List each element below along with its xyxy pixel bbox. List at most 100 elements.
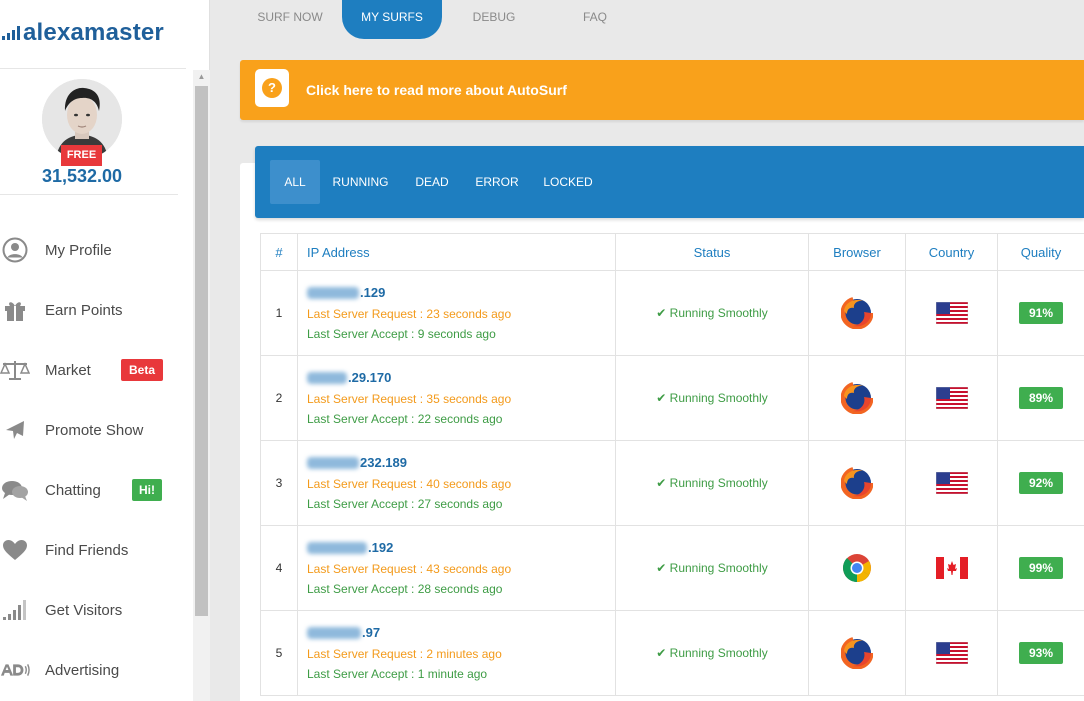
us-flag-icon (935, 387, 968, 409)
question-icon: ? (262, 78, 282, 98)
check-icon: ✔ (656, 306, 670, 320)
last-server-request: Last Server Request : 35 seconds ago (307, 392, 512, 406)
ad-icon (0, 658, 30, 682)
canada-flag-icon (935, 557, 968, 579)
last-server-accept: Last Server Accept : 22 seconds ago (307, 412, 503, 426)
sidebar-item-my-profile[interactable]: My Profile (0, 230, 190, 270)
us-flag-icon (935, 472, 968, 494)
scale-icon (0, 358, 30, 382)
redacted-ip-blur (307, 456, 359, 469)
row-number: 5 (260, 610, 298, 696)
filter-all[interactable]: ALL (270, 160, 320, 204)
ip-address[interactable]: .97 (307, 625, 615, 640)
status-text: Running Smoothly (669, 561, 768, 575)
sidebar-item-label: Earn Points (45, 301, 123, 319)
firefox-icon (841, 382, 873, 414)
logo[interactable]: alexamaster (0, 18, 164, 48)
sidebar-item-promote-show[interactable]: Promote Show (0, 410, 190, 450)
quality-cell: 89% (997, 355, 1084, 441)
quality-badge: 91% (1019, 302, 1063, 324)
user-icon (0, 237, 30, 263)
filter-error[interactable]: ERROR (469, 160, 525, 204)
sidebar-item-advertising[interactable]: Advertising (0, 650, 190, 690)
table-row[interactable]: 2 .29.170 Last Server Request : 35 seconds… (260, 355, 1084, 441)
browser-cell (808, 355, 906, 441)
sidebar-item-market[interactable]: Market Beta (0, 350, 190, 390)
sidebar-item-label: Chatting (45, 481, 101, 499)
ip-cell: .29.170 Last Server Request : 35 seconds … (297, 355, 616, 441)
quality-cell: 91% (997, 270, 1084, 356)
check-icon: ✔ (656, 476, 670, 490)
country-cell (905, 610, 998, 696)
table-row[interactable]: 1 .129 Last Server Request : 23 seconds ag… (260, 270, 1084, 356)
us-flag-icon (935, 642, 968, 664)
last-server-accept: Last Server Accept : 9 seconds ago (307, 327, 496, 341)
beta-badge: Beta (121, 359, 163, 381)
row-number: 4 (260, 525, 298, 611)
column-header-status: Status (615, 233, 809, 271)
redacted-ip-blur (307, 371, 347, 384)
surfs-table: # IP Address Status Browser Country Qual… (260, 233, 1084, 696)
logo-text: alexamaster (23, 19, 164, 46)
autosurf-info-banner[interactable]: ? Click here to read more about AutoSurf (240, 60, 1084, 120)
banner-link-text[interactable]: Click here to read more about AutoSurf (306, 60, 567, 120)
status-cell: ✔ Running Smoothly (615, 270, 809, 356)
redacted-ip-blur (307, 541, 367, 554)
last-server-accept: Last Server Accept : 27 seconds ago (307, 497, 503, 511)
filter-running[interactable]: RUNNING (327, 160, 394, 204)
sidebar-item-chatting[interactable]: Chatting Hi! (0, 470, 190, 510)
tab-faq[interactable]: FAQ (545, 0, 645, 39)
sidebar-item-label: Market (45, 361, 91, 379)
filter-dead[interactable]: DEAD (407, 160, 457, 204)
ip-cell: .97 Last Server Request : 2 minutes ago La… (297, 610, 616, 696)
ip-visible-part: .192 (368, 540, 394, 555)
quality-badge: 99% (1019, 557, 1063, 579)
row-number: 1 (260, 270, 298, 356)
sidebar: alexamaster FREE 31,532.00 ▲ My Profile … (0, 0, 210, 701)
last-server-request: Last Server Request : 40 seconds ago (307, 477, 512, 491)
gift-icon (0, 298, 30, 322)
ip-address[interactable]: .129 (307, 285, 615, 300)
tab-debug[interactable]: DEBUG (444, 0, 544, 39)
check-icon: ✔ (656, 561, 670, 575)
quality-cell: 92% (997, 440, 1084, 526)
sidebar-item-label: Get Visitors (45, 601, 123, 619)
chat-icon (0, 478, 30, 502)
row-number: 3 (260, 440, 298, 526)
table-row[interactable]: 5 .97 Last Server Request : 2 minutes ago L… (260, 610, 1084, 696)
ip-cell: .192 Last Server Request : 43 seconds ago… (297, 525, 616, 611)
status-cell: ✔ Running Smoothly (615, 355, 809, 441)
status-cell: ✔ Running Smoothly (615, 440, 809, 526)
table-row[interactable]: 4 .192 Last Server Request : 43 seconds ag… (260, 525, 1084, 611)
table-row[interactable]: 3 232.189 Last Server Request : 40 seconds… (260, 440, 1084, 526)
row-number: 2 (260, 355, 298, 441)
ip-address[interactable]: 232.189 (307, 455, 615, 470)
status-cell: ✔ Running Smoothly (615, 610, 809, 696)
account-type-badge: FREE (61, 145, 102, 166)
scrollbar-thumb[interactable] (195, 86, 208, 616)
points-balance: 31,532.00 (41, 166, 123, 186)
sidebar-item-get-visitors[interactable]: Get Visitors (0, 590, 190, 630)
tab-surf-now[interactable]: SURF NOW (240, 0, 340, 39)
browser-cell (808, 440, 906, 526)
sidebar-scrollbar[interactable]: ▲ (193, 70, 210, 701)
scroll-up-arrow-icon[interactable]: ▲ (193, 70, 210, 84)
last-server-request: Last Server Request : 2 minutes ago (307, 647, 502, 661)
ip-address[interactable]: .192 (307, 540, 615, 555)
last-server-request: Last Server Request : 23 seconds ago (307, 307, 512, 321)
sidebar-item-earn-points[interactable]: Earn Points (0, 290, 190, 330)
filter-locked[interactable]: LOCKED (539, 160, 597, 204)
status-filter-bar: ALL RUNNING DEAD ERROR LOCKED (255, 146, 1084, 218)
status-text: Running Smoothly (669, 391, 768, 405)
ip-cell: .129 Last Server Request : 23 seconds ago… (297, 270, 616, 356)
check-icon: ✔ (656, 391, 670, 405)
ip-address[interactable]: .29.170 (307, 370, 615, 385)
check-icon: ✔ (656, 646, 670, 660)
column-header-quality: Quality (997, 233, 1084, 271)
tab-my-surfs[interactable]: MY SURFS (342, 0, 442, 39)
sidebar-item-label: Advertising (45, 661, 120, 679)
last-server-request: Last Server Request : 43 seconds ago (307, 562, 512, 576)
sidebar-item-find-friends[interactable]: Find Friends (0, 530, 190, 570)
status-cell: ✔ Running Smoothly (615, 525, 809, 611)
hi-badge: Hi! (132, 479, 162, 501)
